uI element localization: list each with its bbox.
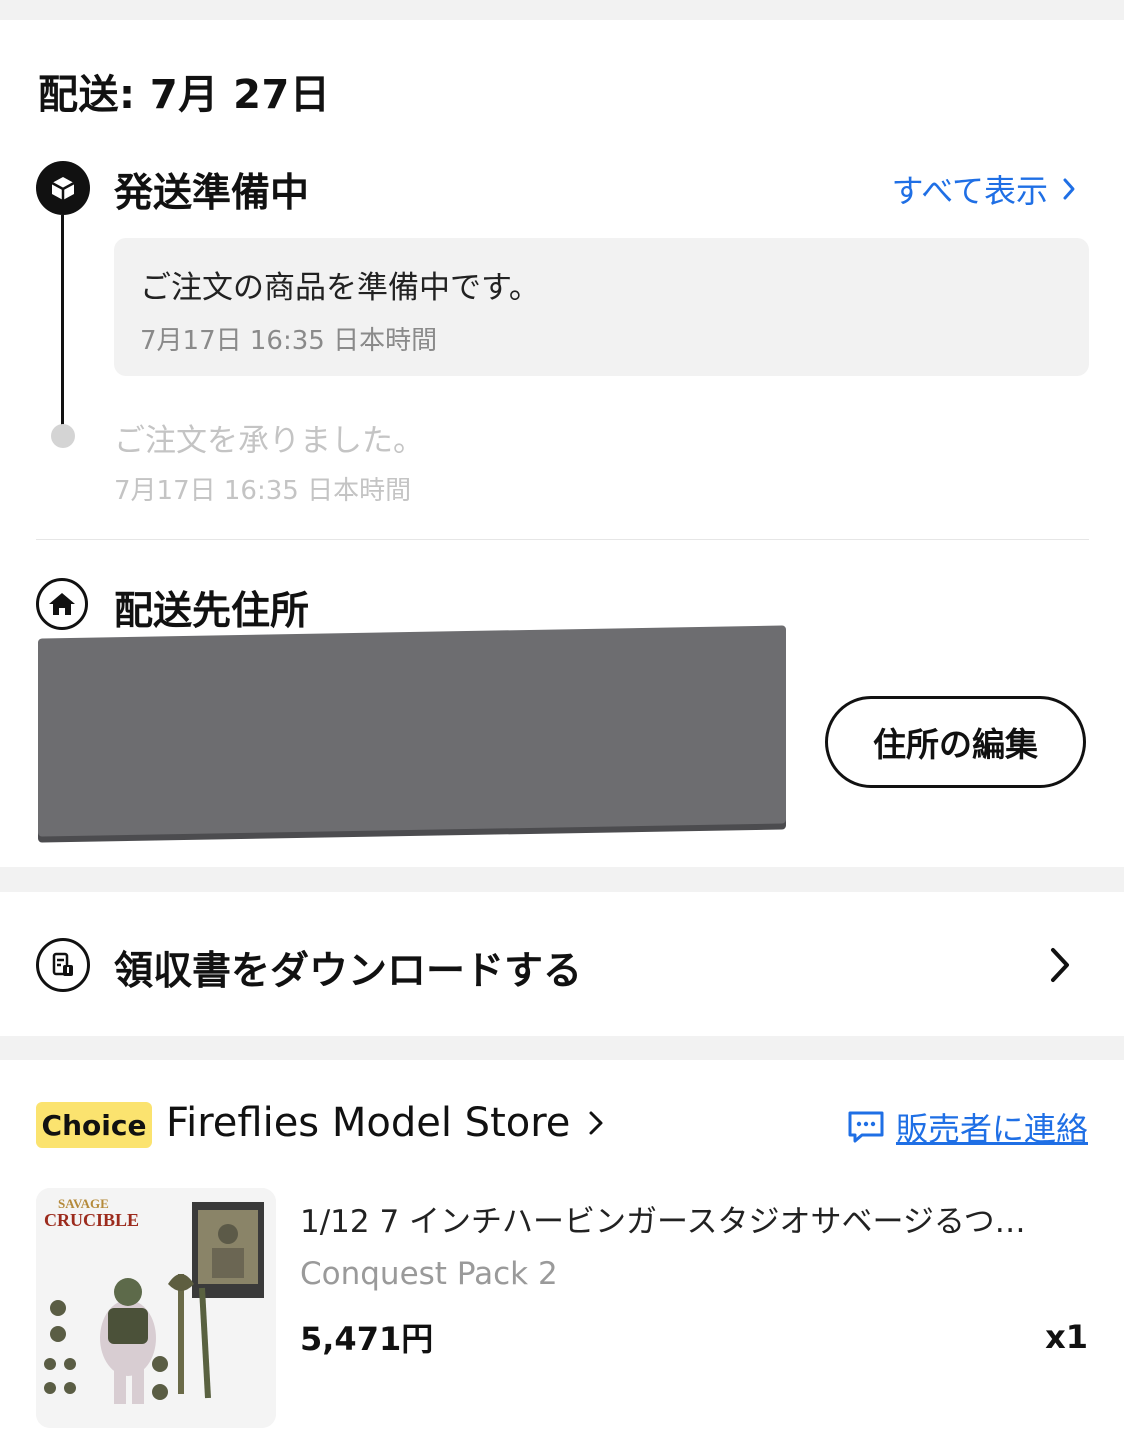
product-variant: Conquest Pack 2 xyxy=(300,1256,558,1292)
product-title[interactable]: 1/12 7 インチハービンガースタジオサベージるつ… xyxy=(300,1196,1090,1241)
delivery-date: 配送: 7月 27日 xyxy=(38,72,331,118)
product-image-brand-sub: CRUCIBLE xyxy=(44,1210,139,1230)
delivery-card: 配送: 7月 27日 発送準備中 すべて表示 ご注文の商品を準備中です。 7月1… xyxy=(0,20,1124,867)
store-name: Fireflies Model Store xyxy=(166,1100,571,1146)
current-status-message: ご注文の商品を準備中です。 xyxy=(140,270,540,306)
product-price: 5,471円 xyxy=(300,1320,434,1358)
current-status-time: 7月17日 16:35 日本時間 xyxy=(140,326,438,356)
past-status-time: 7月17日 16:35 日本時間 xyxy=(114,476,412,506)
timeline-dot xyxy=(51,424,75,448)
contact-seller-label: 販売者に連絡 xyxy=(895,1110,1088,1148)
chevron-right-icon xyxy=(1063,178,1075,200)
divider xyxy=(36,539,1089,540)
package-icon xyxy=(36,161,90,215)
edit-address-button[interactable]: 住所の編集 xyxy=(825,696,1086,788)
chat-icon xyxy=(848,1111,884,1143)
timeline-line xyxy=(61,215,64,435)
current-step-title: 発送準備中 xyxy=(114,171,310,216)
home-icon xyxy=(36,578,88,630)
receipt-label: 領収書をダウンロードする xyxy=(114,949,583,994)
product-quantity: x1 xyxy=(1045,1318,1088,1356)
past-status-message: ご注文を承りました。 xyxy=(114,423,424,459)
receipt-row[interactable]: 領収書をダウンロードする xyxy=(0,892,1124,1036)
address-redaction xyxy=(38,625,786,837)
store-name-link[interactable]: Fireflies Model Store xyxy=(166,1100,604,1146)
chevron-right-icon xyxy=(1051,948,1069,982)
show-all-link[interactable]: すべて表示 xyxy=(892,166,1076,212)
product-image-brand: SAVAGE xyxy=(58,1196,109,1211)
product-image[interactable]: SAVAGE CRUCIBLE xyxy=(36,1188,276,1428)
store-card: Choice Fireflies Model Store 販売者に連絡 SAVA… xyxy=(0,1060,1124,1449)
show-all-label: すべて表示 xyxy=(891,172,1048,210)
contact-seller-link[interactable]: 販売者に連絡 xyxy=(846,1104,1088,1150)
receipt-icon xyxy=(36,938,90,992)
choice-badge: Choice xyxy=(36,1102,152,1148)
current-status-box: ご注文の商品を準備中です。 7月17日 16:35 日本時間 xyxy=(114,238,1089,376)
chevron-right-icon xyxy=(589,1111,603,1135)
address-title: 配送先住所 xyxy=(114,589,310,634)
